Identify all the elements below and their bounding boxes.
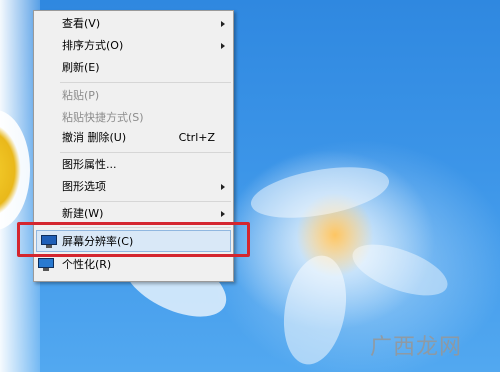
submenu-arrow-icon [221,211,225,217]
menu-item-label: 粘贴快捷方式(S) [62,111,144,124]
menu-item-refresh[interactable]: 刷新(E) [34,57,233,79]
submenu-arrow-icon [221,21,225,27]
menu-separator [60,82,231,83]
menu-item-paste-shortcut[interactable]: 粘贴快捷方式(S) [34,107,233,129]
menu-item-label: 个性化(R) [62,258,112,271]
menu-item-paste[interactable]: 粘贴(P) [34,85,233,107]
menu-item-label: 查看(V) [62,17,101,30]
submenu-arrow-icon [221,43,225,49]
daisy-petal [275,250,355,370]
daisy-petal [247,158,393,227]
red-highlight-box [17,222,250,257]
menu-item-undo-delete[interactable]: 撤消 删除(U) Ctrl+Z [34,127,233,149]
menu-item-graphics-properties[interactable]: 图形属性... [34,154,233,176]
menu-item-label: 图形属性... [62,158,117,171]
menu-item-label: 刷新(E) [62,61,100,74]
menu-item-label: 撤消 删除(U) [62,131,127,144]
menu-item-sort-by[interactable]: 排序方式(O) [34,35,233,57]
menu-item-label: 粘贴(P) [62,89,100,102]
menu-item-label: 排序方式(O) [62,39,124,52]
watermark: 广西龙网 [370,335,463,360]
personalize-icon [38,258,54,271]
menu-item-graphics-options[interactable]: 图形选项 [34,176,233,198]
menu-separator [60,152,231,153]
menu-item-view[interactable]: 查看(V) [34,13,233,35]
submenu-arrow-icon [221,184,225,190]
menu-item-label: 图形选项 [62,180,106,193]
menu-shortcut: Ctrl+Z [178,131,215,144]
menu-separator [60,201,231,202]
daisy-petal [346,234,454,306]
menu-item-personalize[interactable]: 个性化(R) [34,254,233,276]
